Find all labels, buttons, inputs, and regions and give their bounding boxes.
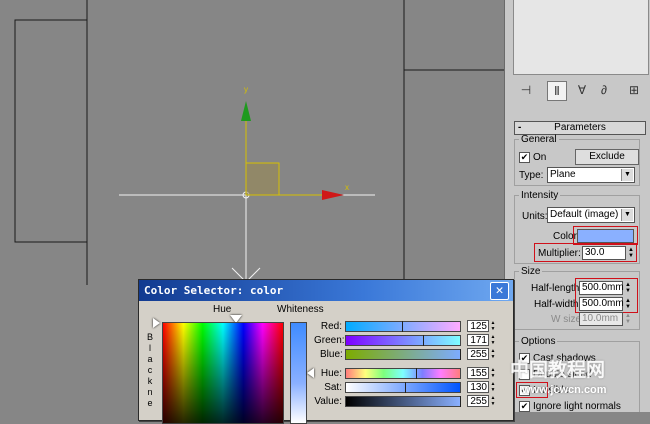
blackness-letter: B [146,332,153,342]
type-label: Type: [519,170,544,181]
modify-icon[interactable]: Ⅱ [547,81,567,101]
wall-right [403,0,504,71]
type-value: Plane [550,169,576,180]
hue-label: Hue [213,304,232,315]
gizmo-y-label: y [244,85,248,94]
on-checkbox[interactable]: ✔ [519,152,530,163]
blackness-letter: l [149,343,151,353]
spinner-icon: ▲ ▼ [625,313,631,325]
chevron-down-icon: ▼ [621,169,633,181]
slider-marker [402,321,403,332]
exclude-button[interactable]: Exclude [575,149,639,165]
slider-marker [405,382,406,393]
on-label: On [533,152,547,163]
size-legend: Size [521,266,541,277]
units-label: Units: [522,211,548,222]
hue-input[interactable]: 155 [467,367,489,379]
hue-blackness-field[interactable] [162,322,284,424]
green-label: Green: [314,335,345,346]
intensity-legend: Intensity [521,190,559,201]
blackness-marker-icon[interactable] [153,318,160,328]
w-size-value: 10.0mm [582,313,619,324]
chevron-down-icon: ▼ [621,209,633,221]
blackness-letter: e [147,398,153,408]
watermark-url: www.jcwcn.com [522,384,607,396]
hue-slider[interactable] [345,368,461,379]
collapse-icon[interactable]: - [518,122,521,134]
gizmo-x-label: x [345,183,349,192]
blackness-letter: n [147,387,153,397]
red-slider[interactable] [345,321,461,332]
value-input[interactable]: 255 [467,395,489,407]
dialog-titlebar[interactable]: Color Selector: color ✕ [139,280,513,301]
blackness-label: Blackne [145,332,155,409]
blue-label: Blue: [320,349,343,360]
make-unique-icon[interactable]: ∂ [595,81,613,99]
hue-row-label: Hue: [320,368,342,379]
w-size-input: 10.0mm ▲ ▼ [579,312,631,326]
rollout-title: Parameters [554,122,606,133]
green-input[interactable]: 171 [467,334,489,346]
value-slider[interactable] [345,396,461,407]
configure-icon[interactable]: ⊞ [625,81,643,99]
green-slider[interactable] [345,335,461,346]
command-panel: ⊣ Ⅱ ∀ ∂ ⊞ - Parameters General ✔ On Excl… [504,0,650,412]
spinner-icon[interactable]: ▲ ▼ [490,334,496,346]
value-label: Value: [314,396,342,407]
ignore-normals-checkbox[interactable]: ✔ [519,401,530,412]
blackness-letter: c [147,365,153,375]
blackness-letter: k [147,376,153,386]
multiplier-highlight [534,243,637,262]
options-legend: Options [521,336,556,347]
sat-input[interactable]: 130 [467,381,489,393]
blackness-letter: a [147,354,153,364]
spinner-icon[interactable]: ▲ ▼ [490,367,496,379]
gizmo-y-arrow [241,101,251,121]
units-dropdown[interactable]: Default (image) ▼ [547,207,635,223]
size-highlight [575,278,638,313]
slider-marker [460,349,461,360]
ignore-normals-label: Ignore light normals [533,401,621,412]
whiteness-bar[interactable] [290,322,307,424]
pin-icon[interactable]: ⊣ [517,81,535,99]
slider-marker [416,368,417,379]
blue-input[interactable]: 255 [467,348,489,360]
spinner-icon[interactable]: ▲ ▼ [490,395,496,407]
close-icon[interactable]: ✕ [490,282,509,300]
slider-marker [460,396,461,407]
modifier-stack-toolbar: ⊣ Ⅱ ∀ ∂ ⊞ [509,78,649,104]
wall-left [14,19,88,243]
red-input[interactable]: 125 [467,320,489,332]
gizmo-x-arrow [322,190,344,200]
slider-marker [423,335,424,346]
object-list-area [513,0,649,75]
sat-label: Sat: [324,382,342,393]
fork-icon[interactable]: ∀ [573,81,591,99]
color-selector-dialog: Color Selector: color ✕ Hue Whiteness Bl… [138,279,514,424]
parameters-rollout-header[interactable]: - Parameters [514,121,646,135]
red-label: Red: [320,321,342,332]
spinner-icon[interactable]: ▲ ▼ [490,381,496,393]
whiteness-label: Whiteness [277,304,324,315]
sat-slider[interactable] [345,382,461,393]
spinner-icon[interactable]: ▲ ▼ [490,320,496,332]
watermark-logo: 中国教程网 [510,360,606,381]
spinner-icon[interactable]: ▲ ▼ [490,348,496,360]
units-value: Default (image) [550,209,619,220]
type-dropdown[interactable]: Plane ▼ [547,167,635,183]
blue-slider[interactable] [345,349,461,360]
gizmo-plane-handle [245,162,280,196]
whiteness-marker-icon[interactable] [307,368,314,378]
general-legend: General [521,134,557,145]
dialog-title: Color Selector: color [144,284,284,297]
